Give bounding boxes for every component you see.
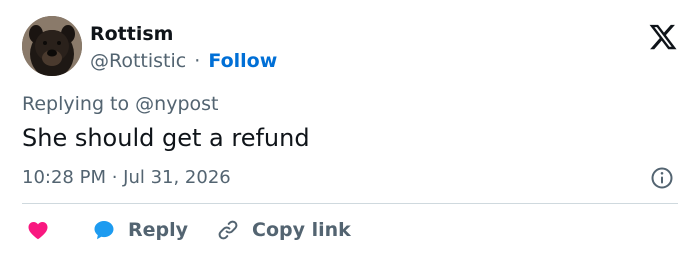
tweet-timestamp[interactable]: 10:28 PM · Jul 31, 2026 — [22, 166, 231, 190]
avatar[interactable] — [22, 16, 82, 76]
replying-to: Replying to @nypost — [22, 92, 219, 116]
speech-bubble-icon — [94, 221, 114, 240]
divider — [22, 203, 678, 204]
reply-label: Reply — [128, 219, 189, 241]
separator-dot: · — [194, 50, 201, 72]
action-bar: Reply Copy link — [22, 214, 678, 246]
heart-icon — [28, 222, 48, 240]
user-info: Rottism @Rottistic · Follow — [90, 22, 277, 74]
replying-to-mention[interactable]: @nypost — [135, 93, 218, 115]
link-icon — [218, 220, 238, 240]
follow-button[interactable]: Follow — [208, 50, 277, 72]
x-logo-icon[interactable] — [648, 22, 678, 52]
tweet-card: Rottism @Rottistic · Follow Replying to … — [0, 0, 700, 256]
tweet-text: She should get a refund — [22, 124, 310, 152]
avatar-image — [22, 16, 82, 76]
reply-button[interactable]: Reply — [92, 214, 188, 246]
copy-link-label: Copy link — [252, 219, 351, 241]
handle-line: @Rottistic · Follow — [90, 48, 277, 74]
like-button[interactable] — [26, 214, 50, 246]
display-name[interactable]: Rottism — [90, 22, 277, 46]
user-handle[interactable]: @Rottistic — [90, 50, 186, 72]
copy-link-button[interactable]: Copy link — [216, 214, 351, 246]
replying-to-label: Replying to — [22, 93, 130, 115]
info-icon[interactable] — [650, 166, 674, 190]
tweet-header: Rottism @Rottistic · Follow — [22, 16, 678, 78]
